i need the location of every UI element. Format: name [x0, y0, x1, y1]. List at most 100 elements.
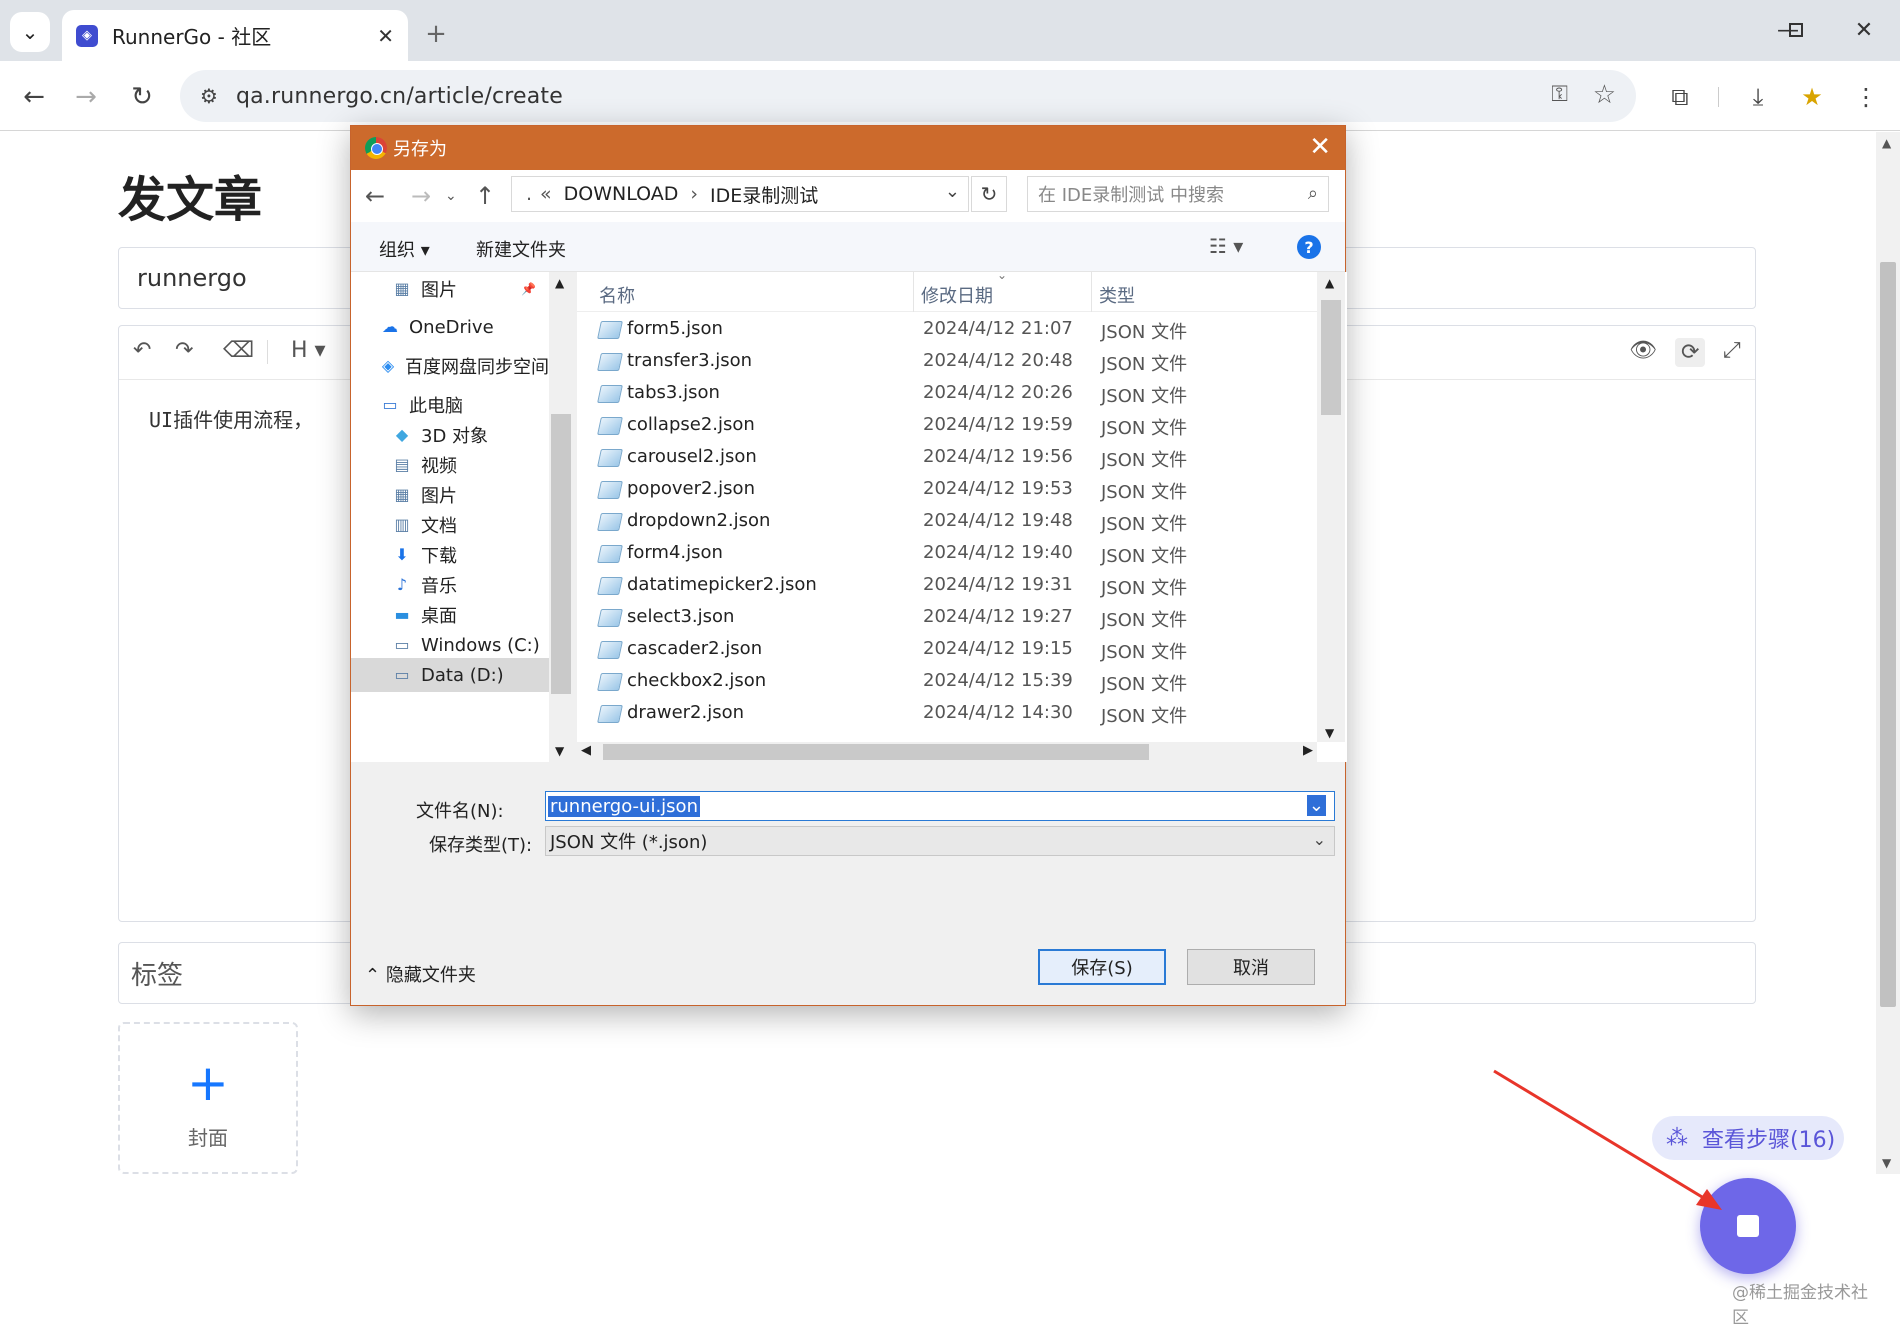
path-overflow[interactable]: « [540, 183, 552, 205]
column-date[interactable]: 修改日期 [921, 282, 993, 308]
extensions-icon[interactable]: ⧉ [1660, 77, 1700, 117]
filetype-select[interactable]: JSON 文件 (*.json) ⌄ [545, 826, 1335, 856]
nav-item-1[interactable]: ☁ OneDrive [351, 310, 549, 344]
reload-icon[interactable]: ↻ [122, 77, 162, 117]
forward-icon[interactable]: → [411, 182, 431, 210]
sort-indicator-icon: ⌄ [997, 268, 1008, 282]
nav-item-8[interactable]: ⬇ 下载 [351, 538, 549, 572]
scroll-down-icon[interactable]: ▼ [1325, 726, 1334, 740]
cancel-button[interactable]: 取消 [1187, 949, 1315, 985]
bookmark-star-icon[interactable]: ☆ [1593, 80, 1616, 110]
maximize-button[interactable] [1774, 12, 1818, 48]
close-icon[interactable]: ✕ [1309, 132, 1331, 162]
file-row[interactable]: carousel2.json 2024/4/12 19:56 JSON 文件 [577, 442, 1317, 474]
file-row[interactable]: tabs3.json 2024/4/12 20:26 JSON 文件 [577, 378, 1317, 410]
chevron-down-icon[interactable]: ⌄ [945, 181, 960, 202]
address-bar[interactable]: ⚙ qa.runnergo.cn/article/create ⚿ ☆ [180, 70, 1636, 122]
undo-icon[interactable]: ↶ [133, 338, 151, 363]
heading-button[interactable]: H ▾ [291, 338, 326, 363]
back-icon[interactable]: ← [365, 182, 385, 210]
help-icon[interactable]: ? [1297, 235, 1321, 259]
profile-avatar-icon[interactable]: ★ [1792, 77, 1832, 117]
file-row[interactable]: select3.json 2024/4/12 19:27 JSON 文件 [577, 602, 1317, 634]
scroll-down-icon[interactable]: ▼ [555, 744, 564, 758]
tab-close-icon[interactable]: ✕ [377, 24, 394, 48]
sync-scroll-icon[interactable]: ⟳ [1675, 338, 1706, 367]
url-text[interactable]: qa.runnergo.cn/article/create [236, 84, 563, 109]
file-list-hscrollbar[interactable]: ◀ ▶ [577, 742, 1317, 762]
chevron-down-icon[interactable]: ⌄ [1313, 830, 1326, 849]
folder-search-input[interactable]: 在 IDE录制测试 中搜索 ⌕ [1027, 176, 1329, 212]
scroll-up-icon[interactable]: ▲ [1325, 276, 1334, 290]
file-list-hscroll-thumb[interactable] [603, 744, 1149, 760]
scroll-up-icon[interactable]: ▲ [555, 276, 564, 290]
filename-input[interactable]: runnergo-ui.json ⌄ [545, 791, 1335, 821]
file-row[interactable]: form4.json 2024/4/12 19:40 JSON 文件 [577, 538, 1317, 570]
file-row[interactable]: drawer2.json 2024/4/12 14:30 JSON 文件 [577, 698, 1317, 730]
chevron-down-icon[interactable]: ⌄ [1306, 795, 1326, 816]
nav-item-9[interactable]: ♪ 音乐 [351, 568, 549, 602]
back-icon[interactable]: ← [14, 77, 54, 117]
file-row[interactable]: datatimepicker2.json 2024/4/12 19:31 JSON … [577, 570, 1317, 602]
view-options-icon[interactable]: ☷ ▾ [1209, 234, 1243, 258]
column-type[interactable]: 类型 [1099, 282, 1135, 308]
scroll-up-icon[interactable]: ▲ [1882, 136, 1891, 150]
path-segment-current[interactable]: IDE录制测试 [710, 181, 818, 208]
file-row[interactable]: collapse2.json 2024/4/12 19:59 JSON 文件 [577, 410, 1317, 442]
key-icon[interactable]: ⚿ [1551, 82, 1568, 107]
nav-scrollbar[interactable]: ▲ ▼ [549, 272, 573, 762]
file-row[interactable]: dropdown2.json 2024/4/12 19:48 JSON 文件 [577, 506, 1317, 538]
scroll-right-icon[interactable]: ▶ [1303, 743, 1313, 758]
nav-item-6[interactable]: ▦ 图片 [351, 478, 549, 512]
path-segment-download[interactable]: DOWNLOAD [564, 183, 679, 205]
file-list-vscroll-thumb[interactable] [1321, 300, 1341, 415]
fullscreen-icon[interactable]: ⤢ [1723, 338, 1741, 363]
file-row[interactable]: cascader2.json 2024/4/12 19:15 JSON 文件 [577, 634, 1317, 666]
eraser-icon[interactable]: ⌫ [223, 338, 254, 363]
nav-item-3[interactable]: ▭ 此电脑 [351, 388, 549, 422]
scrollbar-thumb[interactable] [1880, 262, 1896, 1007]
preview-eye-icon[interactable]: 👁 [1629, 338, 1657, 363]
nav-item-7[interactable]: ▥ 文档 [351, 508, 549, 542]
nav-item-2[interactable]: ◈ 百度网盘同步空间 [351, 349, 549, 383]
redo-icon[interactable]: ↷ [175, 338, 193, 363]
cover-upload[interactable]: + 封面 [118, 1022, 298, 1174]
nav-item-11[interactable]: ▭ Windows (C:) [351, 628, 549, 662]
new-folder-button[interactable]: 新建文件夹 [476, 236, 566, 262]
path-breadcrumb[interactable]: . « DOWNLOAD › IDE录制测试 ⌄ [511, 176, 969, 212]
nav-item-4[interactable]: ◆ 3D 对象 [351, 418, 549, 452]
close-window-button[interactable]: ✕ [1842, 12, 1886, 48]
scroll-down-icon[interactable]: ▼ [1882, 1156, 1891, 1170]
browser-tab-active[interactable]: ◈ RunnerGo - 社区 ✕ [62, 10, 408, 61]
scroll-left-icon[interactable]: ◀ [581, 743, 591, 758]
dialog-titlebar[interactable]: 另存为 ✕ [351, 126, 1345, 170]
download-icon[interactable]: ⤓ [1738, 77, 1778, 117]
forward-icon[interactable]: → [66, 77, 106, 117]
save-button[interactable]: 保存(S) [1038, 949, 1166, 985]
filename-value[interactable]: runnergo-ui.json [548, 795, 700, 817]
json-file-icon [597, 385, 623, 403]
nav-item-10[interactable]: ▬ 桌面 [351, 598, 549, 632]
page-scrollbar[interactable]: ▲ ▼ [1876, 132, 1900, 1174]
recent-locations-chevron-icon[interactable]: ⌄ [445, 188, 457, 204]
file-row[interactable]: transfer3.json 2024/4/12 20:48 JSON 文件 [577, 346, 1317, 378]
site-info-icon[interactable]: ⚙ [200, 84, 218, 108]
editor-content[interactable]: UI插件使用流程， [149, 404, 313, 433]
more-menu-icon[interactable]: ⋮ [1846, 77, 1886, 117]
nav-item-5[interactable]: ▤ 视频 [351, 448, 549, 482]
tab-search-button[interactable]: ⌄ [10, 12, 50, 52]
up-folder-icon[interactable]: ↑ [475, 182, 495, 210]
organize-menu[interactable]: 组织 ▾ [379, 236, 430, 262]
new-tab-button[interactable]: + [416, 14, 456, 54]
file-row[interactable]: form5.json 2024/4/12 21:07 JSON 文件 [577, 314, 1317, 346]
file-list-vscrollbar[interactable]: ▲ ▼ [1317, 272, 1345, 742]
nav-item-12[interactable]: ▭ Data (D:) [351, 658, 549, 692]
hide-folders-toggle[interactable]: ⌃ 隐藏文件夹 [365, 961, 476, 987]
nav-item-0[interactable]: ▦ 图片 📌 [351, 272, 549, 306]
nav-scroll-thumb[interactable] [551, 414, 571, 694]
column-name[interactable]: 名称 [599, 282, 635, 308]
file-row[interactable]: popover2.json 2024/4/12 19:53 JSON 文件 [577, 474, 1317, 506]
refresh-icon[interactable]: ↻ [971, 176, 1007, 212]
file-row[interactable]: checkbox2.json 2024/4/12 15:39 JSON 文件 [577, 666, 1317, 698]
pin-icon[interactable]: 📌 [521, 282, 536, 296]
